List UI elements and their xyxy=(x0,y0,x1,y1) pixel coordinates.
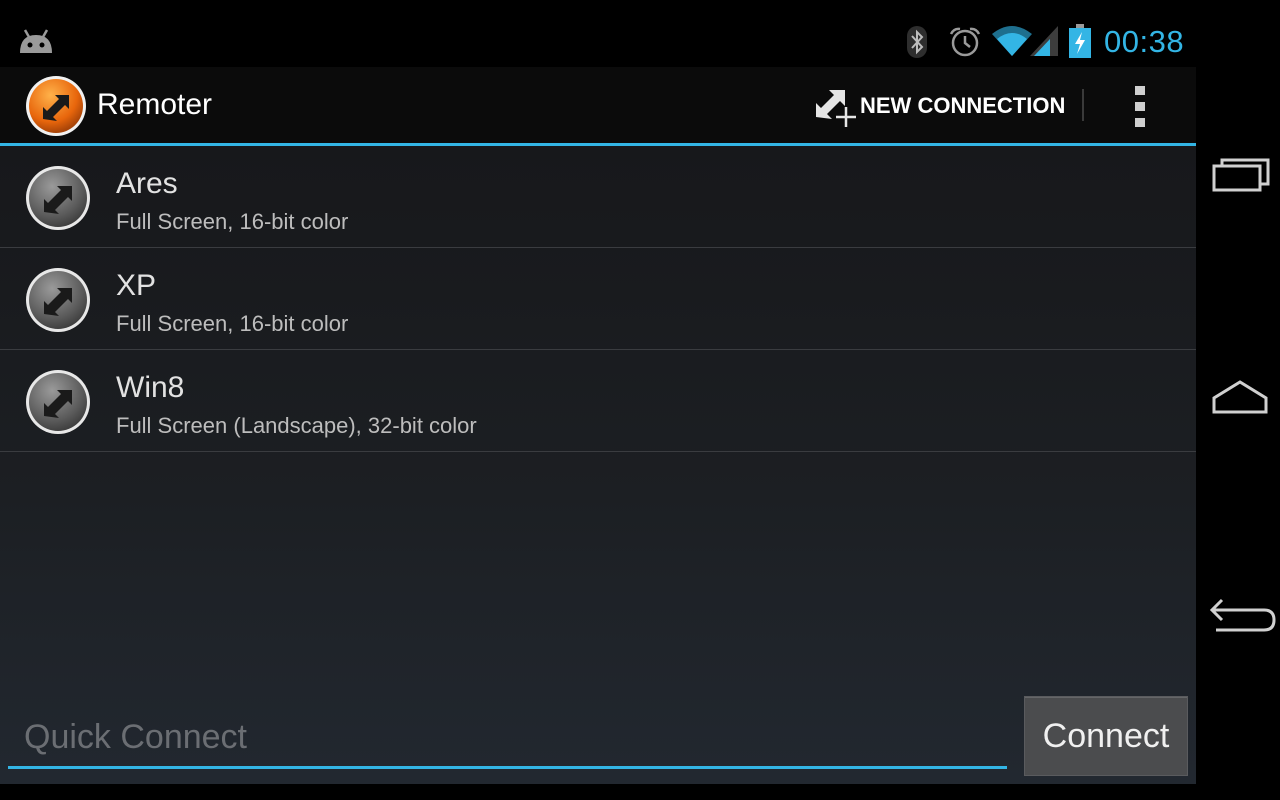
connection-item-xp[interactable]: XP Full Screen, 16-bit color xyxy=(0,248,1196,350)
connection-name: XP xyxy=(116,269,157,302)
connection-list-area: Ares Full Screen, 16-bit color XP Full S… xyxy=(0,146,1196,784)
action-bar: Remoter NEW CONNECTION xyxy=(0,67,1196,146)
status-bar: 00:38 xyxy=(0,0,1196,67)
quick-connect-input[interactable] xyxy=(8,708,1007,766)
connection-icon xyxy=(25,267,91,338)
connection-description: Full Screen, 16-bit color xyxy=(116,209,349,234)
connection-icon xyxy=(25,369,91,440)
connect-button[interactable]: Connect xyxy=(1024,696,1188,776)
signal-icon xyxy=(1030,26,1058,61)
alarm-icon xyxy=(948,26,982,63)
battery-charging-icon xyxy=(1068,24,1092,63)
app-title: Remoter xyxy=(97,88,213,121)
quick-connect-field xyxy=(8,708,1007,769)
action-bar-divider xyxy=(1082,89,1084,121)
connection-name: Win8 xyxy=(116,371,185,404)
wifi-icon xyxy=(992,26,1032,61)
connection-name: Ares xyxy=(116,167,178,200)
navigation-bar xyxy=(1196,0,1280,800)
back-icon[interactable] xyxy=(1206,592,1276,652)
new-connection-label: NEW CONNECTION xyxy=(860,93,1066,118)
connection-item-win8[interactable]: Win8 Full Screen (Landscape), 32-bit col… xyxy=(0,350,1196,452)
connection-item-ares[interactable]: Ares Full Screen, 16-bit color xyxy=(0,146,1196,248)
overflow-menu-icon[interactable] xyxy=(1120,84,1160,128)
connection-description: Full Screen, 16-bit color xyxy=(116,311,349,336)
new-connection-icon xyxy=(812,83,858,134)
app-screen: 00:38 Remoter NEW CONNECTION Ares Full S… xyxy=(0,0,1196,784)
connection-description: Full Screen (Landscape), 32-bit color xyxy=(116,413,477,438)
bluetooth-icon xyxy=(905,26,929,63)
recent-apps-icon[interactable] xyxy=(1206,146,1276,206)
connection-icon xyxy=(25,165,91,236)
home-icon[interactable] xyxy=(1206,370,1276,430)
app-logo-icon[interactable] xyxy=(25,75,87,142)
bottom-strip xyxy=(0,784,1196,800)
new-connection-button[interactable]: NEW CONNECTION xyxy=(810,81,1072,131)
status-clock: 00:38 xyxy=(1104,24,1185,59)
android-icon xyxy=(17,27,55,60)
